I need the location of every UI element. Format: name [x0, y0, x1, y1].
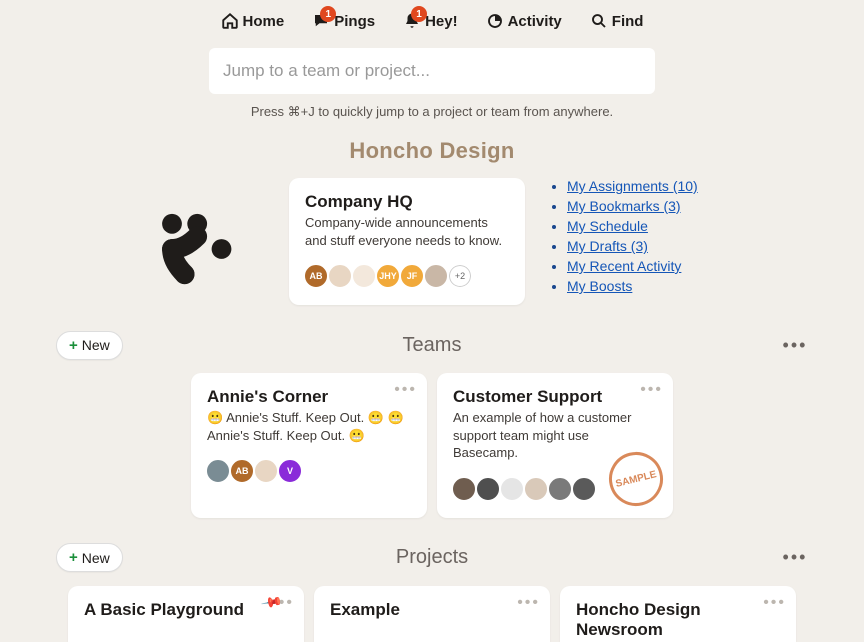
nav-home-label: Home [243, 13, 285, 30]
card-menu-button[interactable]: ••• [763, 594, 786, 612]
avatar: V [277, 458, 303, 484]
nav-pings-label: Pings [334, 13, 375, 30]
plus-icon: + [69, 337, 78, 354]
avatar [451, 476, 477, 502]
nav-find-label: Find [612, 13, 644, 30]
activity-icon [486, 12, 504, 30]
my-link[interactable]: My Drafts (3) [567, 238, 648, 254]
nav-activity-label: Activity [508, 13, 562, 30]
team-desc: An example of how a customer support tea… [453, 409, 657, 462]
avatar [351, 263, 377, 289]
nav-home[interactable]: Home [221, 12, 285, 30]
nav-find[interactable]: Find [590, 12, 644, 30]
team-title: Annie's Corner [207, 387, 411, 407]
avatar [423, 263, 449, 289]
nav-pings[interactable]: 1 Pings [312, 12, 375, 30]
org-logo [115, 178, 265, 294]
avatar: AB [303, 263, 329, 289]
teams-row: •••Annie's Corner😬 Annie's Stuff. Keep O… [0, 373, 864, 518]
projects-new-button[interactable]: + New [56, 543, 123, 572]
avatar [523, 476, 549, 502]
hq-desc: Company-wide announcements and stuff eve… [305, 214, 509, 249]
project-card[interactable]: •••Honcho Design Newsroom [560, 586, 796, 642]
avatar: JF [399, 263, 425, 289]
company-hq-card[interactable]: Company HQ Company-wide announcements an… [289, 178, 525, 305]
my-links: My Assignments (10) My Bookmarks (3) My Sc… [549, 178, 749, 298]
avatar [547, 476, 573, 502]
find-icon [590, 12, 608, 30]
projects-title: Projects [396, 546, 468, 569]
team-title: Customer Support [453, 387, 657, 407]
avatar: AB [229, 458, 255, 484]
new-label: New [82, 337, 110, 353]
my-link[interactable]: My Boosts [567, 278, 632, 294]
jump-hint: Press ⌘+J to quickly jump to a project o… [251, 104, 613, 120]
project-card[interactable]: •••📌A Basic Playground [68, 586, 304, 642]
hq-title: Company HQ [305, 192, 509, 212]
team-card[interactable]: •••Customer SupportAn example of how a c… [437, 373, 673, 518]
avatar-more[interactable]: +2 [447, 263, 473, 289]
my-link[interactable]: My Bookmarks (3) [567, 198, 681, 214]
top-nav: Home 1 Pings 1 Hey! Activity Find [0, 0, 864, 34]
team-avatars: AB V [207, 458, 411, 484]
avatar [475, 476, 501, 502]
nav-hey-label: Hey! [425, 13, 458, 30]
card-menu-button[interactable]: ••• [394, 381, 417, 399]
projects-menu-button[interactable]: ••• [782, 545, 808, 571]
project-card[interactable]: •••Example [314, 586, 550, 642]
teams-title: Teams [403, 334, 462, 357]
hq-avatars: AB JHYJF +2 [305, 263, 509, 289]
project-title: Example [330, 600, 534, 620]
avatar [499, 476, 525, 502]
project-title: A Basic Playground [84, 600, 288, 620]
my-link[interactable]: My Recent Activity [567, 258, 681, 274]
avatar: JHY [375, 263, 401, 289]
my-link[interactable]: My Schedule [567, 218, 648, 234]
org-row: Company HQ Company-wide announcements an… [0, 178, 864, 305]
nav-hey[interactable]: 1 Hey! [403, 12, 458, 30]
teams-new-button[interactable]: + New [56, 331, 123, 360]
team-desc: 😬 Annie's Stuff. Keep Out. 😬 😬 Annie's S… [207, 409, 411, 444]
jump-section: Press ⌘+J to quickly jump to a project o… [0, 48, 864, 120]
avatar [205, 458, 231, 484]
projects-row: •••📌A Basic Playground•••Example•••Honch… [0, 586, 864, 642]
jump-input[interactable] [209, 48, 655, 94]
logo-icon [145, 204, 235, 294]
projects-section-bar: + New Projects ••• [56, 540, 808, 576]
plus-icon: + [69, 549, 78, 566]
my-link[interactable]: My Assignments (10) [567, 178, 698, 194]
teams-section-bar: + New Teams ••• [56, 327, 808, 363]
avatar [571, 476, 597, 502]
team-card[interactable]: •••Annie's Corner😬 Annie's Stuff. Keep O… [191, 373, 427, 518]
avatar [253, 458, 279, 484]
new-label: New [82, 550, 110, 566]
team-avatars [453, 476, 657, 502]
hey-badge: 1 [411, 6, 427, 22]
teams-menu-button[interactable]: ••• [782, 332, 808, 358]
nav-activity[interactable]: Activity [486, 12, 562, 30]
org-title: Honcho Design [0, 138, 864, 164]
home-icon [221, 12, 239, 30]
project-title: Honcho Design Newsroom [576, 600, 780, 640]
card-menu-button[interactable]: ••• [517, 594, 540, 612]
avatar [327, 263, 353, 289]
card-menu-button[interactable]: ••• [640, 381, 663, 399]
